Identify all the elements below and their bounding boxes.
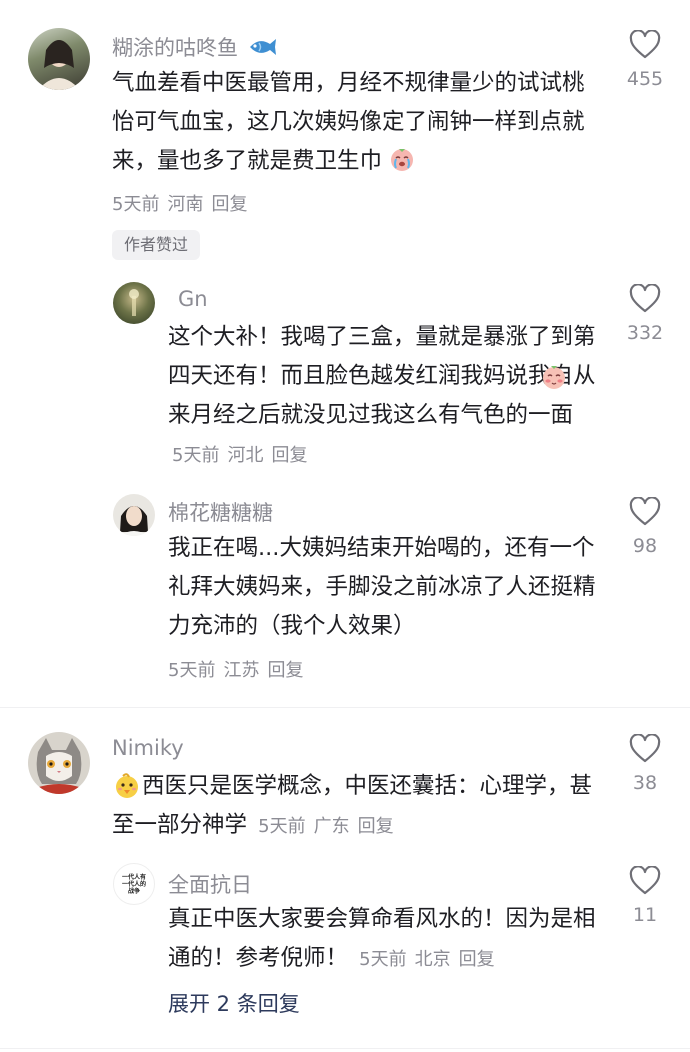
avatar-image xyxy=(119,506,149,536)
comment-text: 气血差看中医最管用，月经不规律量少的试试桃怡可气血宝，这几次姨妈像定了闹钟一样到… xyxy=(112,70,585,174)
comment-location: 河北 xyxy=(227,445,264,466)
expand-replies-button[interactable]: 展开 2 条回复 xyxy=(168,988,300,1018)
like-button[interactable]: 98 xyxy=(615,497,675,557)
divider xyxy=(0,707,690,708)
fish-emoji-icon xyxy=(249,39,276,55)
username[interactable]: 棉花糖糖糖 xyxy=(168,497,273,527)
author-liked-badge: 作者赞过 xyxy=(112,230,201,260)
reply-button[interactable]: 回复 xyxy=(211,194,247,215)
like-count: 11 xyxy=(632,904,658,926)
like-count: 332 xyxy=(626,322,664,344)
reply-button[interactable]: 回复 xyxy=(358,816,394,837)
avatar[interactable] xyxy=(28,28,90,90)
avatar-image xyxy=(38,40,80,90)
comment-location: 广东 xyxy=(313,816,350,837)
avatar[interactable] xyxy=(113,282,155,324)
comment-time: 5天前 xyxy=(258,816,306,837)
avatar[interactable] xyxy=(113,494,155,536)
like-button[interactable]: 11 xyxy=(615,866,675,926)
avatar-image xyxy=(36,738,82,794)
heart-outline-icon[interactable] xyxy=(629,866,661,896)
comment-text: 这个大补！我喝了三盒，量就是暴涨了到第四天还有！而且脸色越发红润我妈说我自从来月… xyxy=(168,324,596,428)
comment-time: 5天前 xyxy=(112,194,160,215)
reply-button[interactable]: 回复 xyxy=(267,660,303,681)
username[interactable]: 全面抗日 xyxy=(168,869,252,899)
username[interactable]: Nimiky xyxy=(112,736,184,760)
heart-outline-icon[interactable] xyxy=(629,497,661,527)
comment-location: 河南 xyxy=(167,194,204,215)
heart-outline-icon[interactable] xyxy=(629,284,661,314)
avatar[interactable]: 一代人有一代人的战争 xyxy=(113,863,155,905)
comment-time: 5天前 xyxy=(172,445,220,466)
comment-time: 5天前 xyxy=(359,949,407,970)
comment-time: 5天前 xyxy=(168,660,216,681)
divider xyxy=(0,1048,690,1049)
comment-text: 我正在喝...大姨妈结束开始喝的，还有一个礼拜大姨妈来，手脚没之前冰凉了人还挺精… xyxy=(168,535,596,639)
avatar[interactable] xyxy=(28,732,90,794)
avatar-image-text: 一代人有一代人的战争 xyxy=(121,874,146,895)
like-count: 98 xyxy=(632,535,658,557)
like-button[interactable]: 38 xyxy=(615,734,675,794)
like-count: 455 xyxy=(626,68,664,90)
heart-outline-icon[interactable] xyxy=(629,734,661,764)
reply-button[interactable]: 回复 xyxy=(271,445,307,466)
like-count: 38 xyxy=(632,772,658,794)
username[interactable]: Gn xyxy=(178,287,208,311)
comment-location: 北京 xyxy=(414,949,451,970)
comment-location: 江苏 xyxy=(223,660,260,681)
avatar-image xyxy=(129,289,139,316)
heart-outline-icon[interactable] xyxy=(629,30,661,60)
blushing-face-emoji-icon xyxy=(543,366,565,389)
crying-face-emoji-icon xyxy=(391,149,414,171)
like-button[interactable]: 332 xyxy=(615,284,675,344)
username[interactable]: 糊涂的咕咚鱼 xyxy=(112,36,238,60)
reply-button[interactable]: 回复 xyxy=(459,949,495,970)
like-button[interactable]: 455 xyxy=(615,30,675,90)
